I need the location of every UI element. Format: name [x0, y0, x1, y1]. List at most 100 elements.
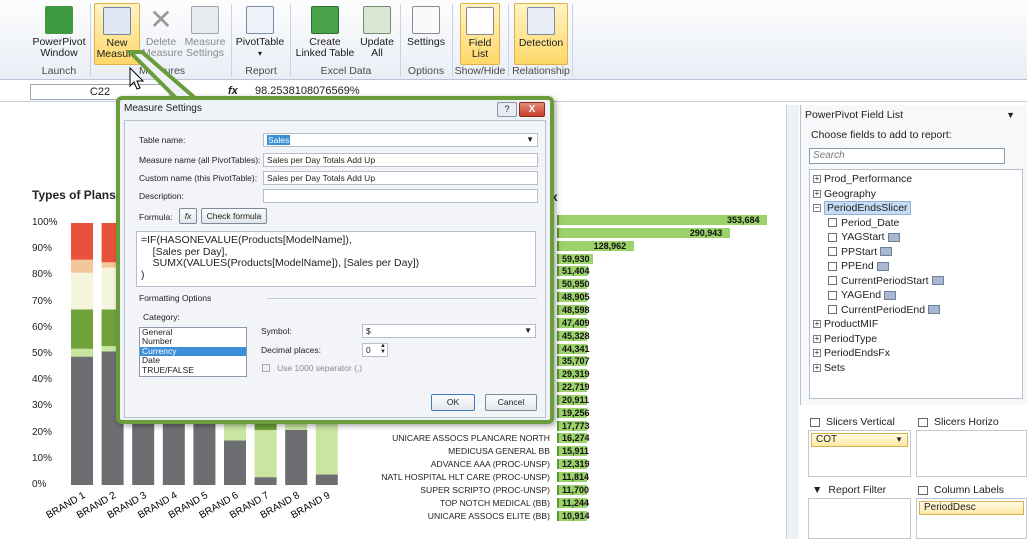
powerpivot-window-button[interactable]: PowerPivot Window — [30, 3, 88, 65]
ok-button[interactable]: OK — [431, 394, 475, 411]
field-label: PPStart — [841, 245, 878, 258]
document-icon — [412, 6, 440, 34]
symbol-select[interactable]: $ ▼ — [362, 324, 536, 338]
field-node[interactable]: CurrentPeriodStart — [828, 275, 944, 287]
hierarchy-icon — [876, 261, 889, 271]
category-true-false[interactable]: TRUE/FALSE — [140, 365, 246, 375]
bar-category-label: SUPER SCRIPTO (PROC-UNSP) — [420, 484, 550, 495]
expand-icon[interactable]: + — [813, 320, 821, 329]
use-separator-checkbox[interactable]: Use 1000 separator (,) — [262, 362, 362, 374]
expand-icon[interactable]: + — [813, 175, 821, 184]
field-search-input[interactable]: Search — [809, 148, 1005, 164]
field-node[interactable]: YAGStart — [828, 231, 900, 243]
checkbox-icon[interactable] — [828, 276, 837, 286]
field-table-node[interactable]: − PeriodEndsSlicer — [813, 201, 911, 215]
settings-button[interactable]: Settings — [404, 3, 448, 65]
field-table-node[interactable]: + Sets — [813, 362, 845, 374]
field-node[interactable]: PPEnd — [828, 260, 889, 272]
field-label: YAGStart — [841, 231, 885, 243]
formula-label: Formula: — [139, 212, 173, 222]
hierarchy-icon — [931, 276, 944, 286]
bar-value-label: 12,319 — [562, 459, 590, 470]
y-tick-label: 20% — [32, 426, 53, 438]
cancel-button[interactable]: Cancel — [485, 394, 537, 411]
check-formula-button[interactable]: Check formula — [201, 208, 267, 224]
decimal-places-label: Decimal places: — [261, 345, 321, 355]
slicers-horizontal-zone[interactable] — [916, 430, 1027, 477]
report-filter-zone[interactable] — [808, 498, 911, 539]
formula-editor[interactable]: =IF(HASONEVALUE(Products[ModelName]), [S… — [136, 231, 536, 287]
expand-icon[interactable]: + — [813, 189, 821, 198]
bar-value-label: 11,814 — [562, 472, 590, 482]
field-table-node[interactable]: + PeriodEndsFx — [813, 347, 890, 359]
chevron-down-icon[interactable]: ▼ — [895, 434, 903, 446]
column-labels-zone[interactable]: PeriodDesc — [916, 498, 1027, 539]
stepper-arrows-icon[interactable]: ▲ ▼ — [380, 344, 386, 355]
checkbox-icon[interactable] — [828, 261, 837, 271]
field-table-node[interactable]: + ProductMIF — [813, 318, 878, 330]
table-name-select[interactable]: Sales ▼ — [263, 133, 538, 147]
chart-title: Types of Plans M — [32, 188, 130, 202]
create-linked-table-button[interactable]: Create Linked Table — [294, 3, 356, 65]
callout-pointer — [125, 50, 201, 100]
field-table-node[interactable]: + Geography — [813, 188, 876, 200]
field-list-button[interactable]: Field List — [460, 3, 500, 65]
expand-icon[interactable]: + — [813, 363, 821, 372]
slicer-icon — [810, 417, 820, 427]
checkbox-icon[interactable] — [828, 232, 837, 242]
filter-icon: ▼ — [812, 484, 823, 496]
help-button[interactable]: ? — [497, 102, 517, 117]
slicer-chip-cot[interactable]: COT ▼ — [811, 433, 908, 447]
checkbox-icon[interactable] — [828, 305, 837, 315]
bar-category-label: UNICARE ASSOCS ELITE (BB) — [427, 510, 550, 521]
description-input[interactable] — [263, 189, 538, 203]
fx-button[interactable]: fx — [179, 208, 197, 224]
pivottable-button[interactable]: PivotTable ▾ — [234, 3, 286, 65]
expand-icon[interactable]: + — [813, 334, 821, 343]
checkbox-icon[interactable] — [828, 290, 837, 300]
decimal-places-stepper[interactable]: 0 ▲ ▼ — [362, 343, 388, 357]
measure-name-input[interactable]: Sales per Day Totals Add Up — [263, 153, 538, 167]
field-table-node[interactable]: + Prod_Performance — [813, 173, 912, 185]
y-tick-label: 30% — [32, 400, 53, 412]
group-report: Report — [245, 65, 277, 77]
bar-segment — [254, 477, 277, 485]
close-button[interactable]: X — [519, 102, 545, 117]
dialog-body: Table name: Sales ▼ Measure name (all Pi… — [124, 120, 546, 418]
table-label: PeriodEndsSlicer — [824, 201, 911, 215]
category-list[interactable]: General Number Currency Date TRUE/FALSE — [139, 327, 247, 377]
field-node[interactable]: YAGEnd — [828, 289, 897, 301]
update-all-button[interactable]: Update All — [358, 3, 396, 65]
field-list-icon — [466, 7, 494, 35]
bar-category-label: NATL HOSPITAL HLT CARE (PROC-UNSP) — [381, 472, 550, 482]
use-separator-label: Use 1000 separator (,) — [277, 363, 363, 373]
bar-row: NATL HOSPITAL HLT CARE (PROC-UNSP) 11,814 — [345, 472, 795, 483]
detection-button[interactable]: Detection — [514, 3, 568, 65]
collapse-icon[interactable]: − — [813, 204, 821, 213]
bar-value-label: 19,256 — [562, 407, 590, 418]
custom-name-input[interactable]: Sales per Day Totals Add Up — [263, 171, 538, 185]
field-node[interactable]: PPStart — [828, 245, 893, 258]
powerpivot-field-list: PowerPivot Field List ▼ Choose fields to… — [800, 105, 1027, 405]
field-list-subtitle: Choose fields to add to report: — [811, 129, 952, 141]
hierarchy-icon — [887, 232, 900, 242]
bar-segment — [71, 356, 93, 485]
field-node[interactable]: CurrentPeriodEnd — [828, 304, 941, 316]
checkbox-icon[interactable] — [828, 218, 837, 228]
checkbox-icon[interactable] — [828, 247, 837, 257]
slicers-vertical-zone[interactable]: COT ▼ — [808, 430, 911, 477]
bar-segment — [285, 429, 308, 485]
vertical-scrollbar[interactable] — [786, 105, 799, 539]
y-tick-label: 100% — [32, 217, 58, 228]
chevron-down-icon[interactable]: ▼ — [1006, 110, 1015, 120]
y-tick-label: 80% — [32, 269, 53, 281]
y-tick-label: 40% — [32, 374, 53, 386]
field-table-node[interactable]: + PeriodType — [813, 333, 877, 345]
column-chip-perioddesc[interactable]: PeriodDesc — [919, 501, 1024, 515]
expand-icon[interactable]: + — [813, 349, 821, 358]
slicers-horizontal-label: Slicers Horizo — [934, 416, 999, 428]
symbol-value: $ — [366, 326, 371, 336]
group-options: Options — [407, 65, 445, 77]
field-node[interactable]: Period_Date — [828, 217, 899, 229]
hierarchy-icon — [880, 247, 893, 257]
